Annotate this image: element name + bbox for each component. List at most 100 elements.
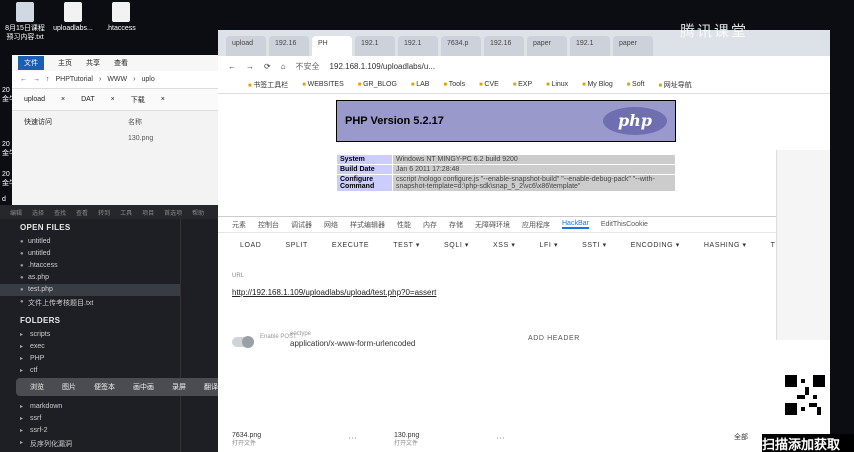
browser-tab[interactable]: 192.1: [398, 36, 438, 56]
devtools-tab-hackbar[interactable]: HackBar: [562, 220, 589, 229]
dock-item-pip[interactable]: 画中画: [133, 382, 154, 392]
ribbon-tab-file[interactable]: 文件: [18, 56, 44, 70]
browser-tab[interactable]: 192.1: [570, 36, 610, 56]
menu-item[interactable]: 查看: [76, 208, 88, 217]
close-dot-icon[interactable]: ●: [20, 287, 24, 293]
security-warning[interactable]: 不安全: [296, 61, 320, 72]
close-dot-icon[interactable]: ●: [20, 239, 24, 245]
hackbar-lfi-dropdown[interactable]: LFI ▾: [540, 241, 559, 249]
quick-tab-upload[interactable]: upload: [20, 94, 49, 105]
browser-tab-active[interactable]: PH: [312, 36, 352, 56]
bookmark-item[interactable]: 书签工具栏: [248, 80, 288, 90]
menu-item[interactable]: 帮助: [192, 208, 204, 217]
back-arrow-icon[interactable]: ←: [20, 76, 27, 83]
up-arrow-icon[interactable]: ↑: [46, 76, 50, 83]
hackbar-sqli-dropdown[interactable]: SQLI ▾: [444, 241, 469, 249]
desktop-icon-htaccess[interactable]: .htaccess: [98, 2, 144, 33]
devtools-tab[interactable]: 调试器: [291, 220, 312, 230]
bookmark-item[interactable]: GR_BLOG: [358, 81, 397, 88]
nav-item-quick-access[interactable]: 快速访问: [24, 117, 98, 127]
ribbon-tab-view[interactable]: 查看: [114, 58, 128, 68]
enable-post-toggle[interactable]: [232, 336, 254, 348]
browser-address-bar[interactable]: ← → ⟳ ⌂ 不安全 192.168.1.109/uploadlabs/u..…: [218, 56, 830, 76]
file-item[interactable]: 130.png: [128, 135, 153, 142]
bookmark-item[interactable]: Tools: [443, 81, 465, 88]
breadcrumb-item[interactable]: uplo: [142, 76, 155, 83]
close-icon[interactable]: ×: [57, 94, 69, 105]
download-item[interactable]: 7634.png 打开文件: [232, 431, 261, 449]
forward-arrow-icon[interactable]: →: [33, 76, 40, 83]
devtools-tab[interactable]: 应用程序: [522, 220, 550, 230]
home-icon[interactable]: ⌂: [281, 62, 286, 71]
quick-tab-dat[interactable]: DAT: [77, 94, 98, 105]
bookmark-item[interactable]: EXP: [513, 81, 532, 88]
dock-item-browse[interactable]: 浏览: [30, 382, 44, 392]
bookmark-item[interactable]: CVE: [479, 81, 498, 88]
close-dot-icon[interactable]: ●: [20, 299, 24, 305]
devtools-tab[interactable]: 内存: [423, 220, 437, 230]
download-item[interactable]: 130.png 打开文件: [394, 431, 419, 449]
devtools-tab[interactable]: EditThisCookie: [601, 221, 648, 228]
hackbar-test-dropdown[interactable]: TEST ▾: [393, 241, 420, 249]
browser-tab[interactable]: 192.1: [355, 36, 395, 56]
devtools-tab[interactable]: 无障碍环境: [475, 220, 510, 230]
add-header-button[interactable]: ADD HEADER: [528, 335, 580, 342]
forward-arrow-icon[interactable]: →: [246, 62, 254, 71]
hackbar-load-button[interactable]: LOAD: [240, 242, 261, 249]
qr-code[interactable]: [782, 372, 828, 418]
devtools-tab[interactable]: 网络: [324, 220, 338, 230]
menu-item[interactable]: 查找: [54, 208, 66, 217]
hackbar-hashing-dropdown[interactable]: HASHING ▾: [704, 241, 747, 249]
desktop-icon-uploadlabs[interactable]: uploadlabs...: [50, 2, 96, 33]
browser-tab[interactable]: upload: [226, 36, 266, 56]
menu-item[interactable]: 工具: [120, 208, 132, 217]
close-dot-icon[interactable]: ●: [20, 275, 24, 281]
bookmark-item[interactable]: WEBSITES: [302, 81, 344, 88]
dock-item-notes[interactable]: 便签本: [94, 382, 115, 392]
breadcrumb-item[interactable]: PHPTutorial: [56, 76, 93, 83]
browser-tab[interactable]: 192.16: [484, 36, 524, 56]
download-open-link[interactable]: 打开文件: [232, 440, 261, 449]
devtools-tab[interactable]: 存储: [449, 220, 463, 230]
close-icon[interactable]: ×: [107, 94, 119, 105]
hackbar-split-button[interactable]: SPLIT: [285, 242, 307, 249]
show-all-downloads-link[interactable]: 全部: [734, 433, 748, 442]
hackbar-url-input[interactable]: http://192.168.1.109/uploadlabs/upload/t…: [232, 288, 436, 297]
url-text[interactable]: 192.168.1.109/uploadlabs/u...: [330, 62, 435, 71]
reload-icon[interactable]: ⟳: [264, 62, 271, 71]
explorer-address-bar[interactable]: ← → ↑ PHPTutorial › WWW › uplo: [12, 71, 222, 89]
close-icon[interactable]: ×: [157, 94, 169, 105]
dock-item-pictures[interactable]: 图片: [62, 382, 76, 392]
menu-item[interactable]: 编辑: [10, 208, 22, 217]
close-dot-icon[interactable]: ●: [20, 251, 24, 257]
close-dot-icon[interactable]: ●: [20, 263, 24, 269]
download-open-link[interactable]: 打开文件: [394, 440, 419, 449]
browser-tab[interactable]: 192.16: [269, 36, 309, 56]
column-header-name[interactable]: 名称: [128, 117, 153, 127]
bookmark-item[interactable]: 网址导航: [659, 80, 692, 90]
bookmark-item[interactable]: My Blog: [582, 81, 612, 88]
dock-item-translate[interactable]: 翻译: [204, 382, 218, 392]
browser-tab[interactable]: paper: [613, 36, 653, 56]
devtools-tab[interactable]: 元素: [232, 220, 246, 230]
hackbar-xss-dropdown[interactable]: XSS ▾: [493, 241, 515, 249]
hackbar-encoding-dropdown[interactable]: ENCODING ▾: [631, 241, 680, 249]
back-arrow-icon[interactable]: ←: [228, 62, 236, 71]
bookmark-item[interactable]: Soft: [627, 81, 644, 88]
browser-tab[interactable]: paper: [527, 36, 567, 56]
browser-tab[interactable]: 7634.p: [441, 36, 481, 56]
content-type-select[interactable]: application/x-www-form-urlencoded: [290, 339, 415, 348]
ribbon-tab-home[interactable]: 主页: [58, 58, 72, 68]
bookmark-item[interactable]: Linux: [546, 81, 568, 88]
more-options-icon[interactable]: ⋯: [496, 433, 505, 444]
quick-tab-downloads[interactable]: 下载: [127, 93, 149, 107]
devtools-tab[interactable]: 控制台: [258, 220, 279, 230]
more-options-icon[interactable]: ⋯: [348, 433, 357, 444]
hackbar-ssti-dropdown[interactable]: SSTI ▾: [582, 241, 607, 249]
devtools-tab[interactable]: 性能: [397, 220, 411, 230]
devtools-tab[interactable]: 样式编辑器: [350, 220, 385, 230]
menu-item[interactable]: 项目: [142, 208, 154, 217]
menu-item[interactable]: 首选项: [164, 208, 182, 217]
menu-item[interactable]: 转到: [98, 208, 110, 217]
hackbar-execute-button[interactable]: EXECUTE: [332, 242, 369, 249]
